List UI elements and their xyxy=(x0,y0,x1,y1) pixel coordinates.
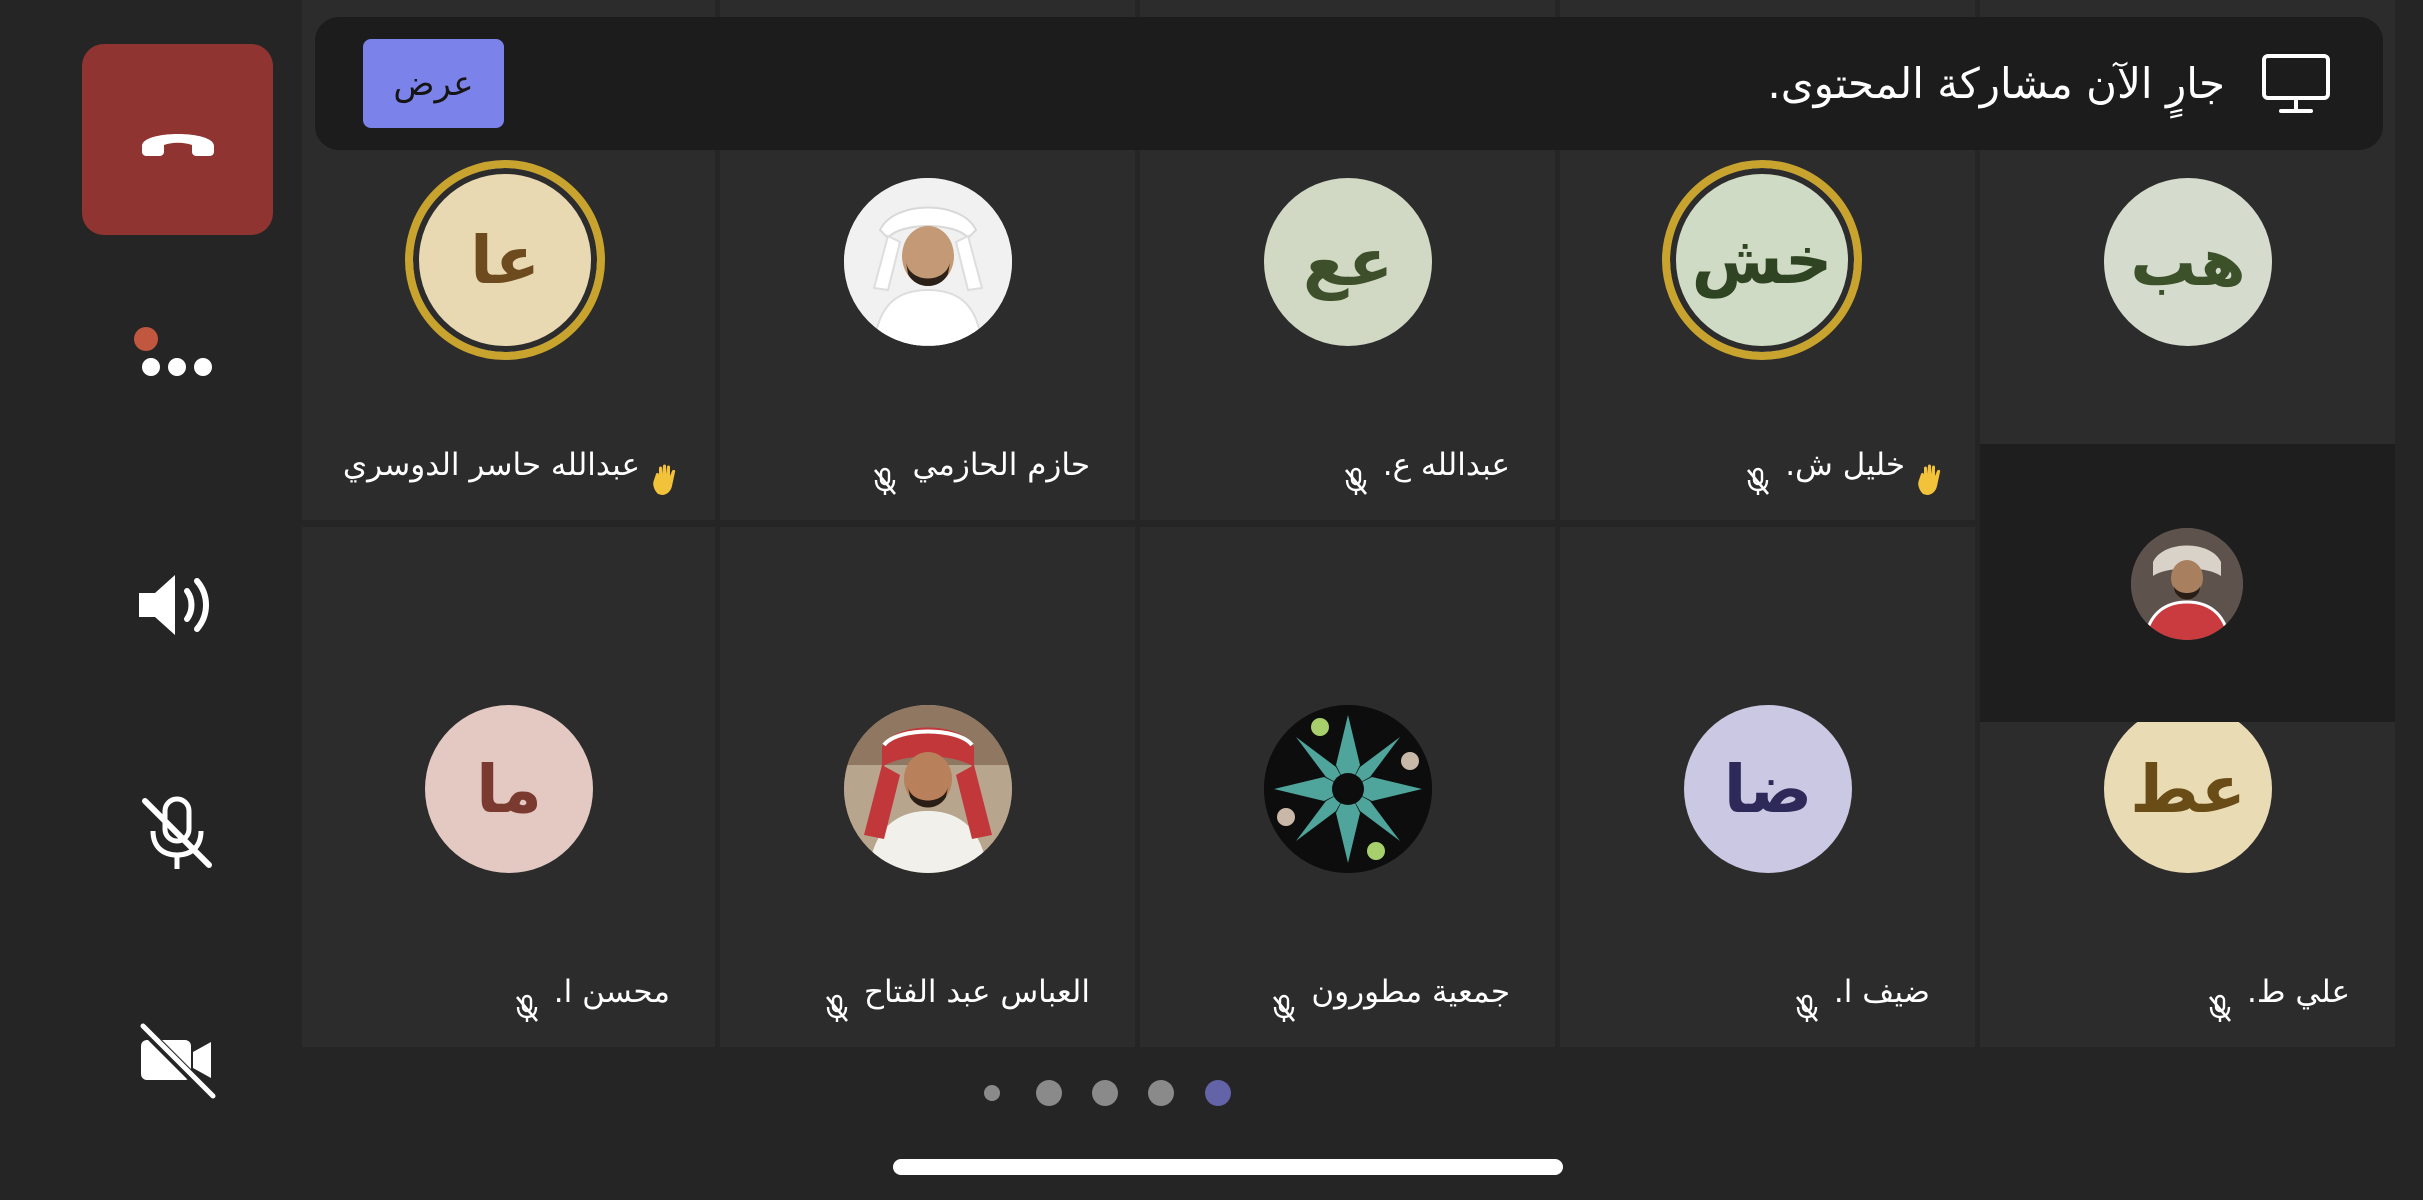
muted-mic-icon xyxy=(1794,979,1820,1022)
raised-hand-icon xyxy=(650,451,680,495)
participant-name: محسن ا. xyxy=(514,957,670,1027)
avatar-initials: هب xyxy=(2130,223,2246,301)
speaker-button[interactable] xyxy=(122,560,232,650)
avatar-initials: ضا xyxy=(1723,750,1813,828)
page-dot[interactable] xyxy=(1036,1080,1062,1106)
participant-name: عبدالله حاسر الدوسري xyxy=(343,430,680,500)
muted-mic-icon xyxy=(1271,979,1297,1022)
participant-name: عبدالله ع. xyxy=(1343,430,1510,500)
avatar: ما xyxy=(425,705,593,873)
avatar: عط xyxy=(2104,705,2272,873)
avatar-photo xyxy=(844,178,1012,346)
hang-up-button[interactable] xyxy=(82,44,273,235)
participant-name: جمعية مطورون xyxy=(1271,957,1510,1027)
avatar: ضا xyxy=(1684,705,1852,873)
more-icon xyxy=(142,358,160,376)
participant-name: علي ط. xyxy=(2207,957,2350,1027)
participant-tile[interactable]: جمعية مطورون xyxy=(1140,527,1555,1047)
avatar: عع xyxy=(1264,178,1432,346)
page-dot-active[interactable] xyxy=(1205,1080,1231,1106)
participant-tile[interactable]: العباس عبد الفتاح xyxy=(720,527,1135,1047)
speaker-icon xyxy=(139,575,209,635)
avatar-initials: خش xyxy=(1691,221,1833,299)
participant-tile[interactable]: ما محسن ا. xyxy=(302,527,715,1047)
participant-name: خليل ش. xyxy=(1745,430,1945,500)
avatar-initials: عع xyxy=(1302,223,1394,301)
notification-badge xyxy=(134,327,158,351)
mic-off-icon xyxy=(142,796,212,869)
more-icon-dot xyxy=(194,358,212,376)
mute-button[interactable] xyxy=(122,785,232,880)
home-indicator[interactable] xyxy=(893,1159,1563,1175)
page-dot[interactable] xyxy=(1148,1080,1174,1106)
raised-hand-icon xyxy=(1915,451,1945,495)
muted-mic-icon xyxy=(872,452,898,495)
participant-name: حازم الحازمي xyxy=(872,430,1090,500)
org-logo-avatar xyxy=(1264,705,1432,873)
participant-tile[interactable]: ضا ضيف ا. xyxy=(1560,527,1975,1047)
page-dot[interactable] xyxy=(1092,1080,1118,1106)
page-dot[interactable] xyxy=(984,1085,1000,1101)
avatar-initials: عط xyxy=(2130,750,2246,828)
avatar-initials: عا xyxy=(470,221,540,299)
content-sharing-banner: عرض جارٍ الآن مشاركة المحتوى. xyxy=(315,17,2383,150)
camera-off-icon xyxy=(137,1022,216,1100)
participant-name: العباس عبد الفتاح xyxy=(824,957,1090,1027)
more-icon-dot xyxy=(168,358,186,376)
muted-mic-icon xyxy=(1745,452,1771,495)
phone-hangup-icon xyxy=(141,133,214,156)
banner-message: جارٍ الآن مشاركة المحتوى. xyxy=(1767,59,2225,108)
avatar-photo xyxy=(844,705,1012,873)
muted-mic-icon xyxy=(514,979,540,1022)
present-button[interactable]: عرض xyxy=(363,39,504,128)
camera-button[interactable] xyxy=(122,1015,232,1105)
muted-mic-icon xyxy=(2207,979,2233,1022)
avatar: هب xyxy=(2104,178,2272,346)
muted-mic-icon xyxy=(824,979,850,1022)
avatar: خش xyxy=(1662,160,1862,360)
muted-mic-icon xyxy=(1343,452,1369,495)
avatar-initials: ما xyxy=(476,750,542,828)
self-view-avatar xyxy=(2131,528,2243,640)
monitor-icon xyxy=(2262,54,2330,113)
more-options-button[interactable] xyxy=(122,320,232,380)
self-view-preview[interactable] xyxy=(1980,444,2395,722)
avatar: عا xyxy=(405,160,605,360)
participant-name: ضيف ا. xyxy=(1794,957,1930,1027)
